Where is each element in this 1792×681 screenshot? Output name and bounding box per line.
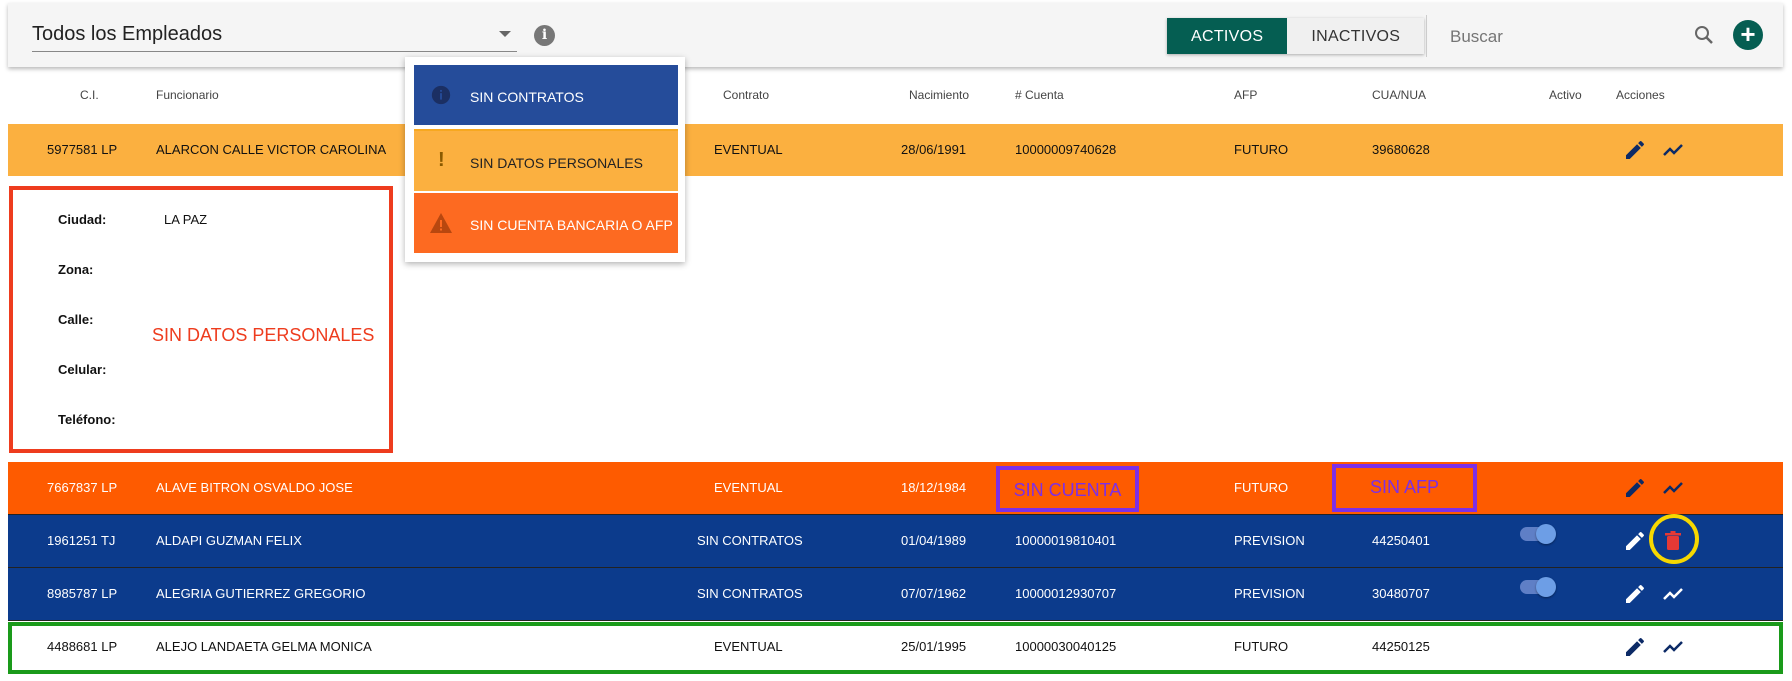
header-cuenta: # Cuenta — [1015, 88, 1064, 102]
cell-cuenta: 10000012930707 — [1015, 586, 1117, 601]
exclamation-icon: ! — [438, 149, 445, 171]
cell-cua: 30480707 — [1372, 586, 1430, 601]
tab-inactivos[interactable]: INACTIVOS — [1287, 18, 1425, 54]
cell-afp: FUTURO — [1234, 480, 1289, 495]
info-icon[interactable]: i — [534, 25, 555, 46]
plus-icon: + — [1740, 19, 1756, 49]
header-activo: Activo — [1549, 88, 1582, 102]
annotation-delete-highlight — [1649, 514, 1699, 564]
status-toggle-group: ACTIVOS INACTIVOS — [1167, 18, 1425, 54]
cell-afp: FUTURO — [1234, 142, 1289, 157]
edit-icon[interactable] — [1623, 138, 1647, 162]
legend-item-sin-datos[interactable]: ! SIN DATOS PERSONALES — [414, 129, 678, 191]
table-row[interactable]: 7667837 LP ALAVE BITRON OSVALDO JOSE EVE… — [8, 462, 1783, 515]
cell-cuenta: 10000009740628 — [1015, 142, 1117, 157]
employee-filter-value: Todos los Empleados — [32, 23, 223, 45]
cell-funcionario: ALDAPI GUZMAN FELIX — [156, 533, 302, 548]
cell-contrato: SIN CONTRATOS — [697, 533, 803, 548]
annotation-sin-datos: SIN DATOS PERSONALES — [152, 325, 375, 345]
add-employee-button[interactable]: + — [1733, 20, 1763, 50]
toolbar-divider — [1426, 15, 1427, 57]
trend-icon[interactable] — [1661, 582, 1685, 606]
table-row[interactable]: 5977581 LP ALARCON CALLE VICTOR CAROLINA… — [8, 124, 1783, 177]
cell-nacimiento: 28/06/1991 — [901, 142, 967, 157]
cell-funcionario: ALARCON CALLE VICTOR CAROLINA — [156, 142, 387, 157]
annotation-sin-cuenta: SIN CUENTA — [996, 466, 1139, 512]
warning-icon — [430, 213, 452, 233]
cell-afp: PREVISION — [1234, 533, 1305, 548]
legend-item-sin-cuenta[interactable]: SIN CUENTA BANCARIA O AFP — [414, 193, 678, 253]
legend-label: SIN DATOS PERSONALES — [470, 155, 643, 171]
legend-label: SIN CONTRATOS — [470, 89, 584, 105]
annotation-box-sin-datos — [9, 186, 393, 453]
header-ci: C.I. — [80, 88, 99, 102]
cell-ci: 1961251 TJ — [47, 533, 116, 548]
annotation-sin-afp: SIN AFP — [1332, 464, 1477, 512]
header-nacimiento: Nacimiento — [909, 88, 970, 102]
cell-ci: 8985787 LP — [47, 586, 118, 601]
legend-label: SIN CUENTA BANCARIA O AFP — [470, 217, 673, 233]
search-icon[interactable] — [1692, 23, 1716, 47]
header-funcionario: Funcionario — [156, 88, 219, 102]
table-row[interactable]: 8985787 LP ALEGRIA GUTIERREZ GREGORIO SI… — [8, 568, 1783, 621]
header-cua: CUA/NUA — [1372, 88, 1427, 102]
toggle-knob — [1536, 577, 1556, 597]
annotation-row-ok — [8, 622, 1783, 674]
toggle-knob — [1536, 524, 1556, 544]
employee-filter-select[interactable]: Todos los Empleados — [32, 19, 517, 52]
edit-icon[interactable] — [1623, 476, 1647, 500]
cell-ci: 7667837 LP — [47, 480, 118, 495]
header-contrato: Contrato — [723, 88, 770, 102]
cell-cuenta: 10000019810401 — [1015, 533, 1117, 548]
cell-nacimiento: 07/07/1962 — [901, 586, 967, 601]
edit-icon[interactable] — [1623, 529, 1647, 553]
trend-icon[interactable] — [1661, 138, 1685, 162]
table-row[interactable]: 1961251 TJ ALDAPI GUZMAN FELIX SIN CONTR… — [8, 515, 1783, 568]
table-header: C.I. Funcionario Contrato Nacimiento # C… — [8, 72, 1783, 124]
trend-icon[interactable] — [1661, 476, 1685, 500]
active-toggle[interactable] — [1520, 577, 1556, 597]
cell-cua: 44250401 — [1372, 533, 1430, 548]
active-toggle[interactable] — [1520, 524, 1556, 544]
cell-contrato: SIN CONTRATOS — [697, 586, 803, 601]
cell-nacimiento: 01/04/1989 — [901, 533, 967, 548]
toolbar: Todos los Empleados i ACTIVOS INACTIVOS … — [8, 3, 1783, 67]
legend-item-sin-contratos[interactable]: SIN CONTRATOS — [414, 65, 678, 125]
cell-cua: 39680628 — [1372, 142, 1430, 157]
info-icon — [431, 85, 451, 105]
cell-funcionario: ALEGRIA GUTIERREZ GREGORIO — [156, 586, 366, 601]
cell-contrato: EVENTUAL — [714, 142, 783, 157]
chevron-down-icon[interactable] — [499, 31, 511, 37]
tab-activos[interactable]: ACTIVOS — [1167, 18, 1288, 54]
cell-ci: 5977581 LP — [47, 142, 118, 157]
cell-contrato: EVENTUAL — [714, 480, 783, 495]
cell-funcionario: ALAVE BITRON OSVALDO JOSE — [156, 480, 353, 495]
cell-nacimiento: 18/12/1984 — [901, 480, 967, 495]
cell-afp: PREVISION — [1234, 586, 1305, 601]
edit-icon[interactable] — [1623, 582, 1647, 606]
search-input[interactable] — [1448, 21, 1692, 53]
header-acciones: Acciones — [1616, 88, 1665, 102]
header-afp: AFP — [1234, 88, 1258, 102]
legend-popup: SIN CONTRATOS ! SIN DATOS PERSONALES SIN… — [405, 57, 685, 262]
